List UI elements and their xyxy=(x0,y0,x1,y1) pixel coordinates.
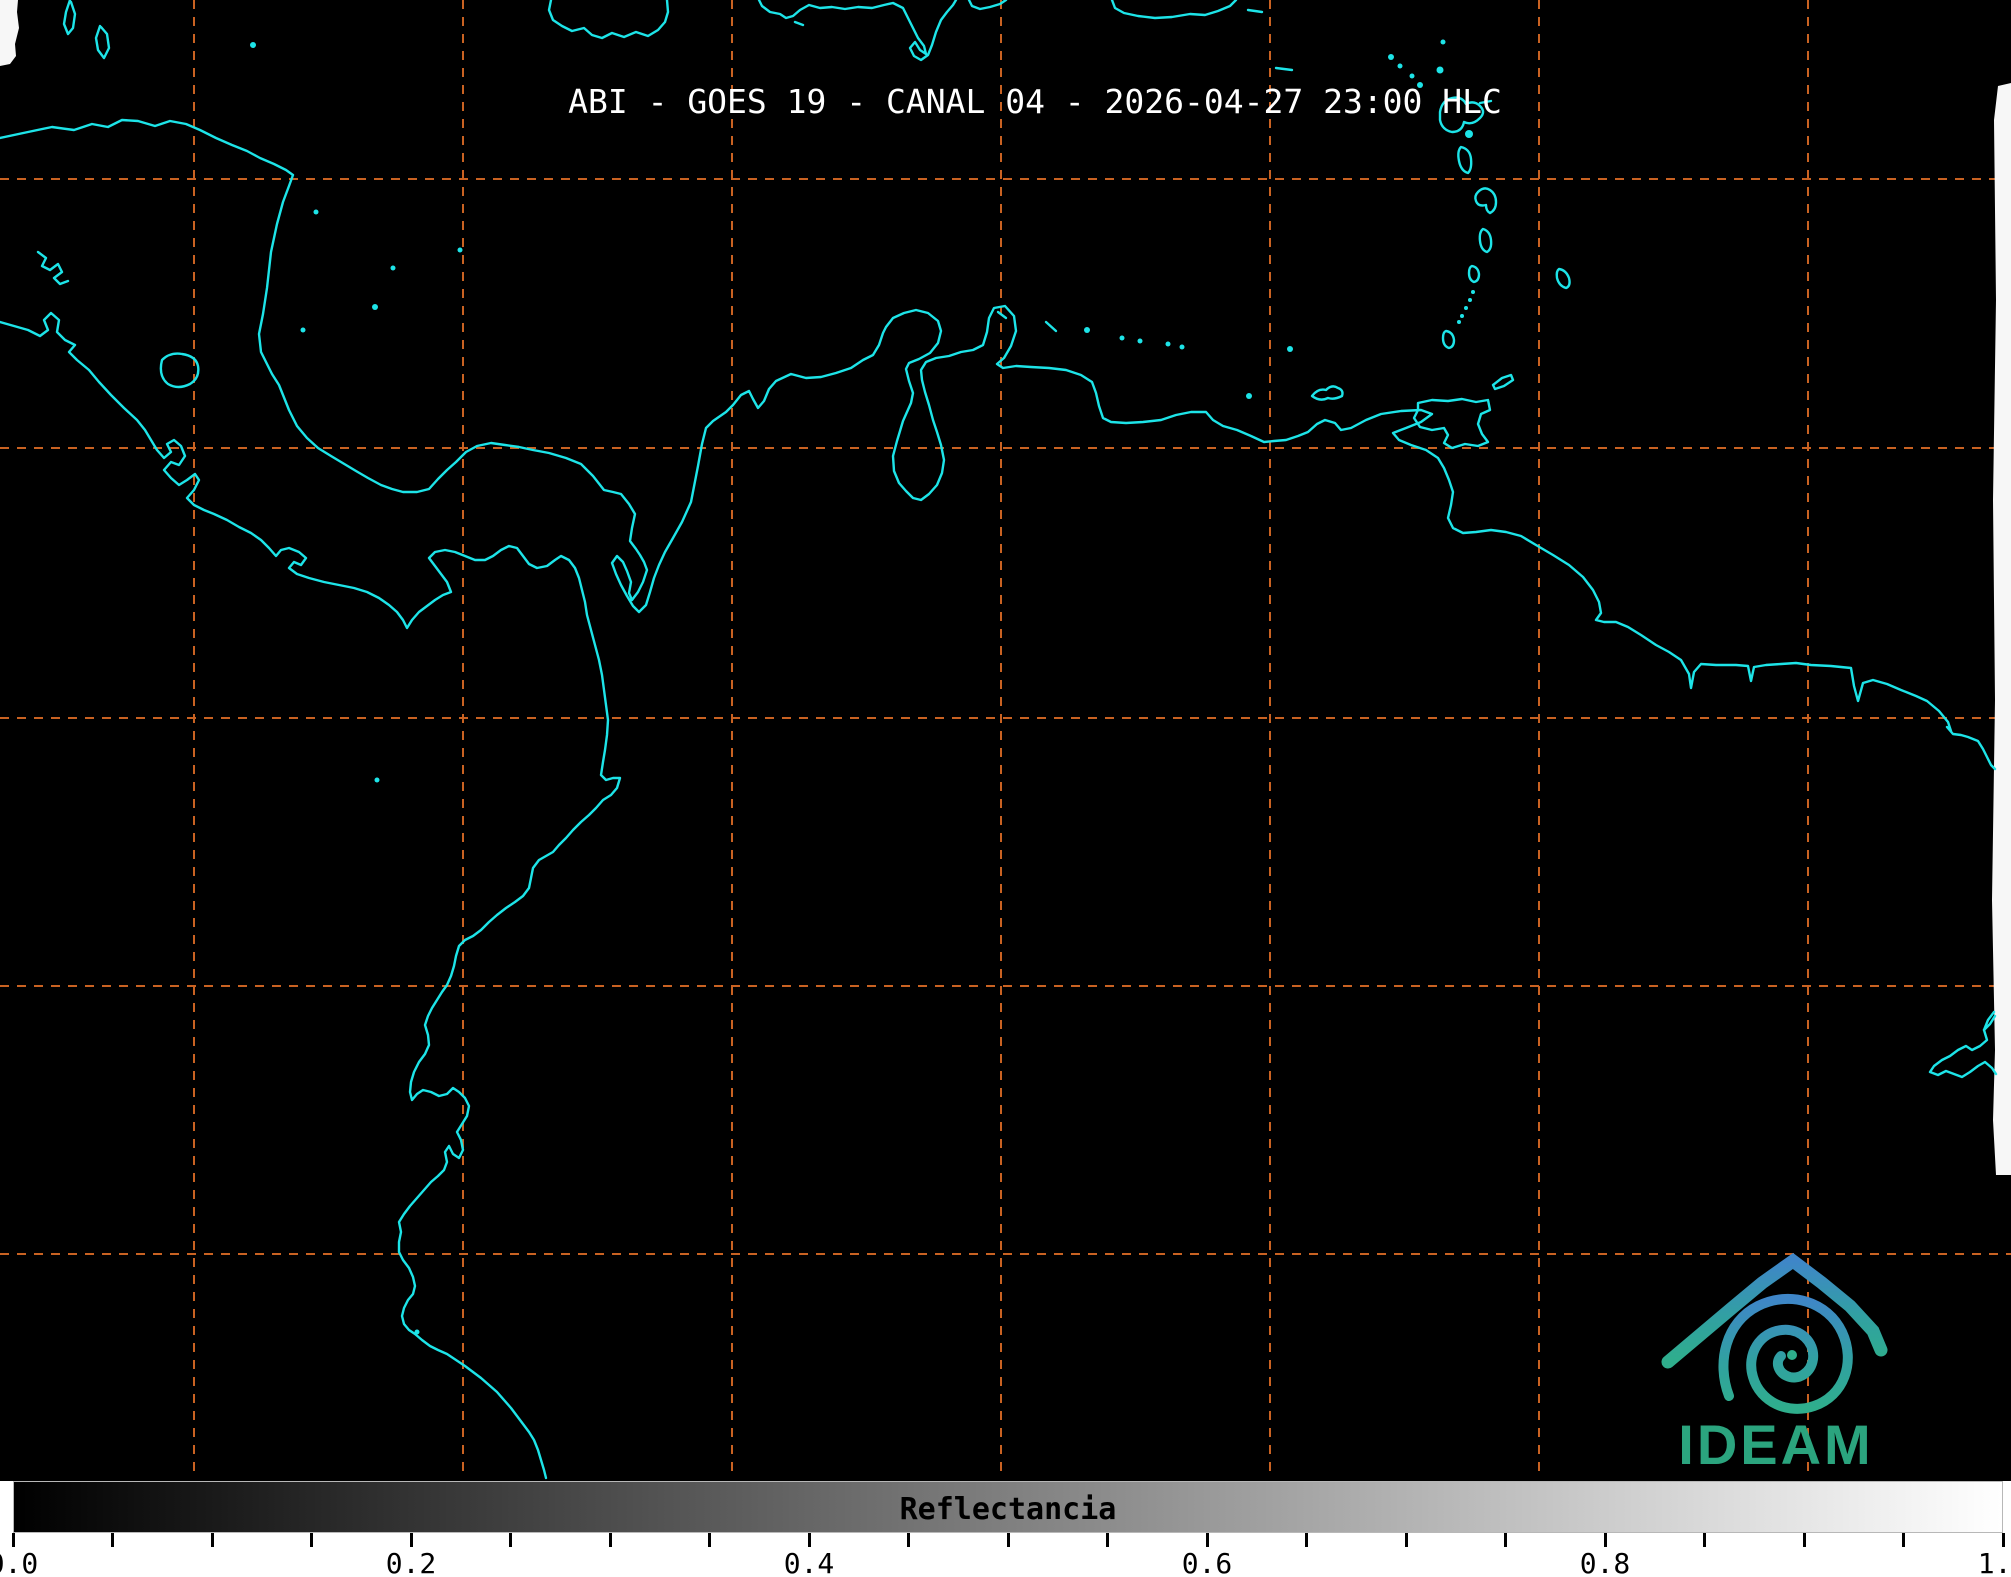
colorbar-tick xyxy=(409,1533,413,1547)
colorbar-tick xyxy=(11,1533,15,1547)
island-dot xyxy=(1409,73,1415,79)
island-dot xyxy=(390,265,396,271)
colorbar-tick xyxy=(608,1533,612,1547)
map-background xyxy=(0,0,2011,1481)
island-dot xyxy=(1464,306,1468,310)
island-dot xyxy=(1246,393,1252,399)
colorbar-tick xyxy=(1603,1533,1607,1547)
colorbar-tick xyxy=(1504,1533,1507,1547)
island-dot xyxy=(1460,314,1464,318)
island-dot xyxy=(1465,130,1473,138)
colorbar-tick xyxy=(1305,1533,1308,1547)
colorbar-tick-label: 1.0 xyxy=(1977,1547,2011,1577)
colorbar-tick xyxy=(708,1533,711,1547)
colorbar-tick xyxy=(111,1533,114,1547)
island-dot xyxy=(1287,346,1293,352)
colorbar-tick-label: 0.6 xyxy=(1181,1547,1233,1577)
island-dot xyxy=(457,247,463,253)
colorbar-tick xyxy=(2001,1533,2005,1547)
colorbar-tick-label: 0.2 xyxy=(385,1547,437,1577)
island-dot xyxy=(1440,39,1446,45)
island-dot xyxy=(414,1329,420,1335)
island-dot xyxy=(250,42,256,48)
colorbar-tick-label: 0.8 xyxy=(1579,1547,1631,1577)
island-dot xyxy=(1397,63,1403,69)
island-dot xyxy=(1119,335,1125,341)
colorbar-tick-label: 0.0 xyxy=(0,1547,39,1577)
satellite-map: IDEAM xyxy=(0,0,2011,1481)
colorbar-tick xyxy=(310,1533,313,1547)
island-dot xyxy=(1165,341,1171,347)
spiral-center-dot xyxy=(1787,1350,1797,1360)
colorbar-tick xyxy=(1106,1533,1109,1547)
island-dot xyxy=(1137,338,1143,344)
colorbar-tick xyxy=(1802,1533,1806,1547)
island-dot xyxy=(1468,298,1472,302)
satellite-image-viewport: IDEAM ABI - GOES 19 - CANAL 04 - 2026-04… xyxy=(0,0,2011,1577)
colorbar-tick-label: 0.4 xyxy=(783,1547,835,1577)
island-dot xyxy=(1457,320,1461,324)
colorbar-tick xyxy=(807,1533,811,1547)
island-dot xyxy=(1471,290,1475,294)
colorbar-label: Reflectancia xyxy=(899,1492,1117,1527)
colorbar-tick xyxy=(1902,1533,1905,1547)
island-dot xyxy=(1436,66,1444,74)
colorbar-tick xyxy=(210,1533,214,1547)
colorbar-tick xyxy=(907,1533,910,1547)
map-title: ABI - GOES 19 - CANAL 04 - 2026-04-27 23… xyxy=(568,82,1502,121)
island-dot xyxy=(374,777,380,783)
colorbar-tick xyxy=(1703,1533,1706,1547)
island-dot xyxy=(372,304,378,310)
island-dot xyxy=(1179,344,1185,350)
logo-wordmark: IDEAM xyxy=(1678,1413,1873,1476)
island-dot xyxy=(1084,327,1090,333)
island-dot xyxy=(300,327,306,333)
colorbar-tick xyxy=(1006,1533,1010,1547)
colorbar-tick xyxy=(1404,1533,1408,1547)
colorbar-tick xyxy=(1205,1533,1209,1547)
colorbar-tick xyxy=(509,1533,512,1547)
island-dot xyxy=(1388,54,1394,60)
island-dot xyxy=(313,209,319,215)
